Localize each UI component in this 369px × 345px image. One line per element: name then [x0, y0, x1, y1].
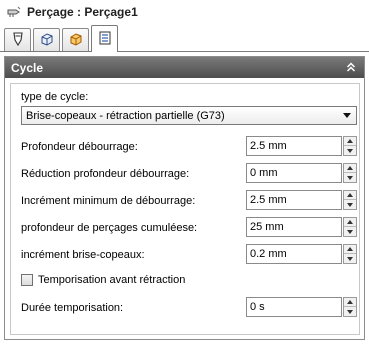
cycle-type-label: type de cycle:: [21, 91, 89, 103]
spin-up-icon[interactable]: [344, 245, 356, 254]
spin-buttons[interactable]: [343, 163, 357, 183]
tab-heights[interactable]: [62, 28, 89, 51]
spin-up-icon[interactable]: [344, 137, 356, 146]
passes-icon: [97, 30, 113, 49]
dialog-title-bar: Perçage : Perçage1: [0, 0, 369, 24]
field-label: incrément brise-copeaux:: [21, 249, 145, 261]
spin-buttons[interactable]: [343, 217, 357, 237]
cycle-panel-header[interactable]: Cycle: [5, 57, 364, 78]
spin-down-icon[interactable]: [344, 307, 356, 316]
geometry-icon: [39, 31, 55, 50]
spin-buttons[interactable]: [343, 297, 357, 317]
increment-brise-copeaux-stepper[interactable]: 0.2 mm: [246, 244, 358, 264]
spin-down-icon[interactable]: [344, 173, 356, 182]
profondeur-cumulee-stepper[interactable]: 25 mm: [246, 217, 358, 237]
duree-temporisation-input[interactable]: 0 s: [246, 297, 342, 317]
cycle-type-select[interactable]: Brise-copeaux - rétraction partielle (G7…: [21, 106, 357, 125]
reduction-profondeur-input[interactable]: 0 mm: [246, 163, 342, 183]
tab-strip: [4, 24, 120, 52]
collapse-chevrons-icon[interactable]: [346, 61, 356, 75]
increment-minimum-input[interactable]: 2.5 mm: [246, 190, 342, 210]
tab-baseline: [0, 51, 369, 52]
spin-buttons[interactable]: [343, 136, 357, 156]
duree-temporisation-stepper[interactable]: 0 s: [246, 297, 358, 317]
spin-up-icon[interactable]: [344, 218, 356, 227]
tab-passes[interactable]: [91, 25, 118, 52]
spin-down-icon[interactable]: [344, 227, 356, 236]
field-label: Réduction profondeur débourrage:: [21, 168, 190, 180]
spin-down-icon[interactable]: [344, 146, 356, 155]
temporisation-label: Temporisation avant rétraction: [38, 274, 186, 286]
increment-minimum-stepper[interactable]: 2.5 mm: [246, 190, 358, 210]
tab-geometry[interactable]: [33, 28, 60, 51]
field-label: Incrément minimum de débourrage:: [21, 195, 196, 207]
heights-icon: [68, 31, 84, 50]
spin-down-icon[interactable]: [344, 254, 356, 263]
increment-brise-copeaux-input[interactable]: 0.2 mm: [246, 244, 342, 264]
tab-tool[interactable]: [4, 28, 31, 51]
cycle-panel-title: Cycle: [11, 60, 44, 75]
temporisation-checkbox[interactable]: [21, 274, 33, 286]
spin-buttons[interactable]: [343, 244, 357, 264]
spin-down-icon[interactable]: [344, 200, 356, 209]
drill-icon: [6, 4, 22, 20]
spin-buttons[interactable]: [343, 190, 357, 210]
spin-up-icon[interactable]: [344, 164, 356, 173]
profondeur-debourrage-stepper[interactable]: 2.5 mm: [246, 136, 358, 156]
profondeur-debourrage-input[interactable]: 2.5 mm: [246, 136, 342, 156]
field-label: profondeur de perçages cumuléese:: [21, 222, 198, 234]
duree-label: Durée temporisation:: [21, 302, 124, 314]
cycle-panel: Cycle type de cycle: Brise-copeaux - rét…: [4, 56, 365, 340]
spin-up-icon[interactable]: [344, 191, 356, 200]
cycle-panel-body: type de cycle: Brise-copeaux - rétractio…: [10, 83, 360, 335]
temporisation-checkbox-row[interactable]: Temporisation avant rétraction: [21, 274, 185, 286]
spin-up-icon[interactable]: [344, 298, 356, 307]
profondeur-cumulee-input[interactable]: 25 mm: [246, 217, 342, 237]
field-label: Profondeur débourrage:: [21, 141, 138, 153]
dialog-title: Perçage : Perçage1: [27, 5, 138, 19]
chevron-down-icon[interactable]: [343, 113, 351, 118]
tool-icon: [10, 31, 26, 50]
reduction-profondeur-stepper[interactable]: 0 mm: [246, 163, 358, 183]
cycle-type-value: Brise-copeaux - rétraction partielle (G7…: [26, 109, 225, 122]
